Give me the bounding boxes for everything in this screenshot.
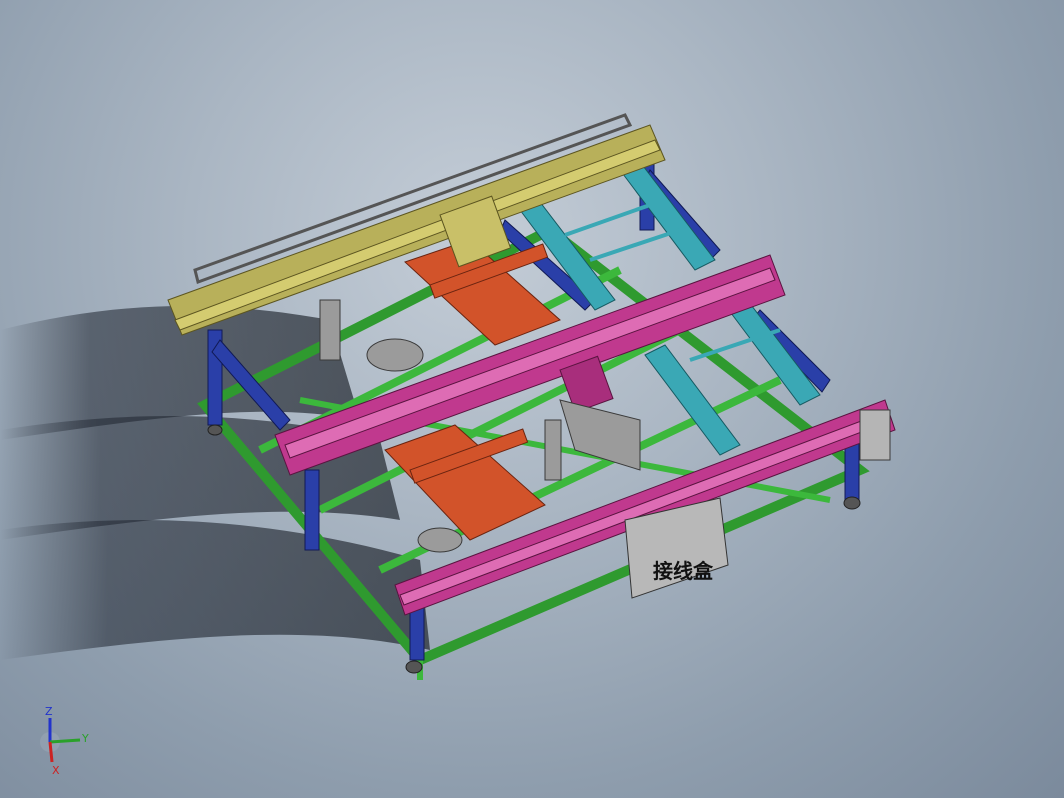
junction-box-label: 接线盒 xyxy=(653,559,714,583)
cad-model-view[interactable]: 接线盒 xyxy=(0,0,1064,798)
x-axis-label: X xyxy=(52,764,60,777)
y-axis-label: Y xyxy=(81,732,89,745)
x-axis-icon xyxy=(48,741,54,763)
graphics-viewport[interactable]: 接线盒 Z Y X xyxy=(0,0,1064,798)
z-axis-label: Z xyxy=(45,705,53,718)
y-axis-icon xyxy=(49,738,81,744)
coordinate-triad: Z Y X xyxy=(40,705,89,777)
